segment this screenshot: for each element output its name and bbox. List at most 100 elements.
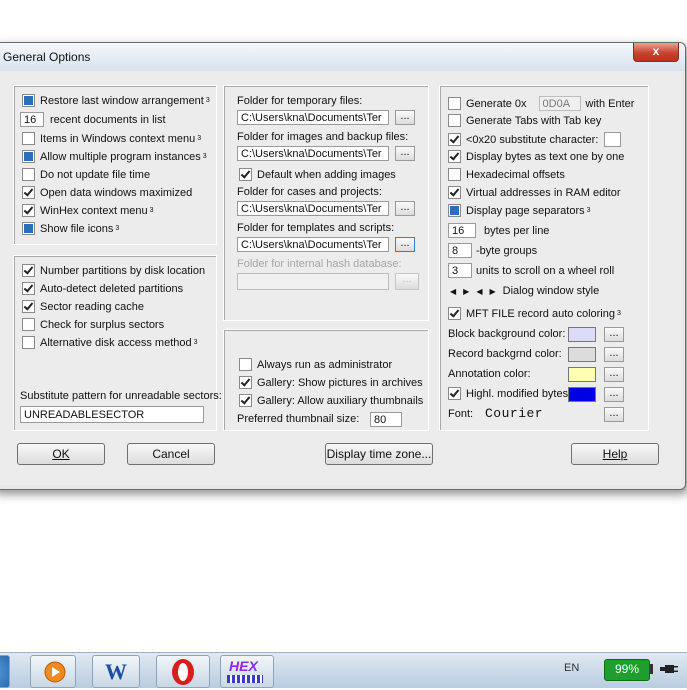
cancel-button[interactable]: Cancel xyxy=(127,443,215,465)
substitute-char-option[interactable]: <0x20 substitute character: xyxy=(448,132,622,147)
virtual-addresses-option[interactable]: Virtual addresses in RAM editor xyxy=(448,186,620,199)
number-partitions-option[interactable]: Number partitions by disk location xyxy=(22,264,205,277)
hex-offsets-checkbox[interactable] xyxy=(448,168,461,181)
cases-folder-input[interactable]: C:\Users\kna\Documents\Ter xyxy=(237,201,389,216)
gallery-aux-checkbox[interactable] xyxy=(239,394,252,407)
generate-0x-checkbox[interactable] xyxy=(448,97,461,110)
display-time-zone-button[interactable]: Display time zone... xyxy=(325,443,433,465)
virtual-addresses-checkbox[interactable] xyxy=(448,186,461,199)
highl-modified-button[interactable]: ... xyxy=(604,387,624,402)
surplus-sectors-checkbox[interactable] xyxy=(22,318,35,331)
language-indicator[interactable]: EN xyxy=(564,662,579,674)
context-menu-label: Items in Windows context menu xyxy=(40,132,196,145)
style-right-arrow-icon[interactable]: ▶ xyxy=(463,287,469,296)
highl-modified-checkbox[interactable] xyxy=(448,387,461,400)
sector-cache-option[interactable]: Sector reading cache xyxy=(22,300,144,313)
word-letter: W xyxy=(105,659,127,684)
default-adding-option[interactable]: Default when adding images xyxy=(239,168,396,181)
record-bg-button[interactable]: ... xyxy=(604,347,624,362)
thumbnail-size-input[interactable]: 80 xyxy=(370,412,402,427)
block-bg-button[interactable]: ... xyxy=(604,327,624,342)
opera-icon[interactable] xyxy=(156,655,210,688)
gallery-archives-checkbox[interactable] xyxy=(239,376,252,389)
auto-detect-checkbox[interactable] xyxy=(22,282,35,295)
substitute-char-input[interactable] xyxy=(604,132,622,147)
number-partitions-checkbox[interactable] xyxy=(22,264,35,277)
winhex-context-option[interactable]: WinHex context menu 3 xyxy=(22,204,154,217)
multiple-footnote: 3 xyxy=(202,153,207,160)
style-prev-arrow-icon[interactable]: ◀ xyxy=(476,287,482,296)
annotation-color-button[interactable]: ... xyxy=(604,367,624,382)
recent-count-input[interactable]: 16 xyxy=(20,112,44,127)
run-admin-option[interactable]: Always run as administrator xyxy=(239,358,392,371)
bytes-per-line-label: bytes per line xyxy=(484,224,550,237)
templates-folder-input[interactable]: C:\Users\kna\Documents\Ter xyxy=(237,237,389,252)
open-maximized-checkbox[interactable] xyxy=(22,186,35,199)
title-bar[interactable]: General Options x xyxy=(0,43,685,71)
alt-access-option[interactable]: Alternative disk access method 3 xyxy=(22,336,198,349)
ok-button[interactable]: OK xyxy=(17,443,105,465)
run-admin-checkbox[interactable] xyxy=(239,358,252,371)
context-menu-option[interactable]: Items in Windows context menu 3 xyxy=(22,132,201,145)
show-icons-label: Show file icons xyxy=(40,222,114,235)
show-icons-checkbox[interactable] xyxy=(22,222,35,235)
show-icons-option[interactable]: Show file icons 3 xyxy=(22,222,119,235)
hex-editor-icon[interactable]: HEX xyxy=(220,655,274,688)
images-folder-browse-button[interactable]: ... xyxy=(395,146,415,161)
sector-cache-checkbox[interactable] xyxy=(22,300,35,313)
multiple-instances-checkbox[interactable] xyxy=(22,150,35,163)
close-button[interactable]: x xyxy=(633,43,679,62)
templates-folder-browse-button[interactable]: ... xyxy=(395,237,415,252)
bytes-per-line-input[interactable]: 16 xyxy=(448,223,476,238)
restore-window-checkbox[interactable] xyxy=(22,94,35,107)
bytes-as-text-option[interactable]: Display bytes as text one by one xyxy=(448,150,624,163)
byte-groups-row: 8 -byte groups xyxy=(448,243,537,258)
no-update-time-checkbox[interactable] xyxy=(22,168,35,181)
auto-detect-option[interactable]: Auto-detect deleted partitions xyxy=(22,282,183,295)
mft-coloring-checkbox[interactable] xyxy=(448,307,461,320)
generate-0x-option[interactable]: Generate 0x 0D0A with Enter xyxy=(448,96,634,111)
word-icon[interactable]: W xyxy=(92,655,140,688)
generate-0x-input[interactable]: 0D0A xyxy=(538,96,581,111)
temp-folder-input[interactable]: C:\Users\kna\Documents\Ter xyxy=(237,110,389,125)
default-adding-checkbox[interactable] xyxy=(239,168,252,181)
bytes-as-text-checkbox[interactable] xyxy=(448,150,461,163)
open-maximized-option[interactable]: Open data windows maximized xyxy=(22,186,192,199)
cases-folder-browse-button[interactable]: ... xyxy=(395,201,415,216)
mft-coloring-option[interactable]: MFT FILE record auto coloring 3 xyxy=(448,307,621,320)
start-orb-icon[interactable] xyxy=(0,655,10,688)
substitute-char-checkbox[interactable] xyxy=(448,133,461,146)
context-menu-checkbox[interactable] xyxy=(22,132,35,145)
byte-groups-input[interactable]: 8 xyxy=(448,243,472,258)
winhex-context-checkbox[interactable] xyxy=(22,204,35,217)
restore-window-option[interactable]: Restore last window arrangement 3 xyxy=(22,94,210,107)
style-next-arrow-icon[interactable]: ▶ xyxy=(489,287,495,296)
highl-modified-option[interactable]: Highl. modified bytes: xyxy=(448,387,571,400)
record-bg-swatch xyxy=(568,347,596,362)
images-folder-input[interactable]: C:\Users\kna\Documents\Ter xyxy=(237,146,389,161)
page-separators-option[interactable]: Display page separators 3 xyxy=(448,204,591,217)
block-bg-swatch xyxy=(568,327,596,342)
hex-offsets-option[interactable]: Hexadecimal offsets xyxy=(448,168,565,181)
font-button[interactable]: ... xyxy=(604,407,624,422)
scroll-units-label: units to scroll on a wheel roll xyxy=(476,264,615,277)
general-options-dialog: General Options x Restore last window ar… xyxy=(0,42,686,490)
scroll-units-input[interactable]: 3 xyxy=(448,263,472,278)
surplus-sectors-option[interactable]: Check for surplus sectors xyxy=(22,318,164,331)
style-left-arrow-icon[interactable]: ◀ xyxy=(450,287,456,296)
alt-access-checkbox[interactable] xyxy=(22,336,35,349)
no-update-time-option[interactable]: Do not update file time xyxy=(22,168,150,181)
temp-folder-browse-button[interactable]: ... xyxy=(395,110,415,125)
power-plug-icon[interactable] xyxy=(660,662,678,676)
help-button[interactable]: Help xyxy=(571,443,659,465)
gallery-aux-option[interactable]: Gallery: Allow auxiliary thumbnails xyxy=(239,394,423,407)
gallery-archives-option[interactable]: Gallery: Show pictures in archives xyxy=(239,376,423,389)
substitute-pattern-input[interactable]: UNREADABLESECTOR xyxy=(20,406,204,423)
page-separators-checkbox[interactable] xyxy=(448,204,461,217)
multiple-instances-option[interactable]: Allow multiple program instances 3 xyxy=(22,150,207,163)
generate-tabs-checkbox[interactable] xyxy=(448,114,461,127)
generate-tabs-option[interactable]: Generate Tabs with Tab key xyxy=(448,114,601,127)
open-maximized-label: Open data windows maximized xyxy=(40,186,193,199)
media-player-icon[interactable] xyxy=(30,655,76,688)
battery-indicator[interactable]: 99% xyxy=(604,659,650,681)
